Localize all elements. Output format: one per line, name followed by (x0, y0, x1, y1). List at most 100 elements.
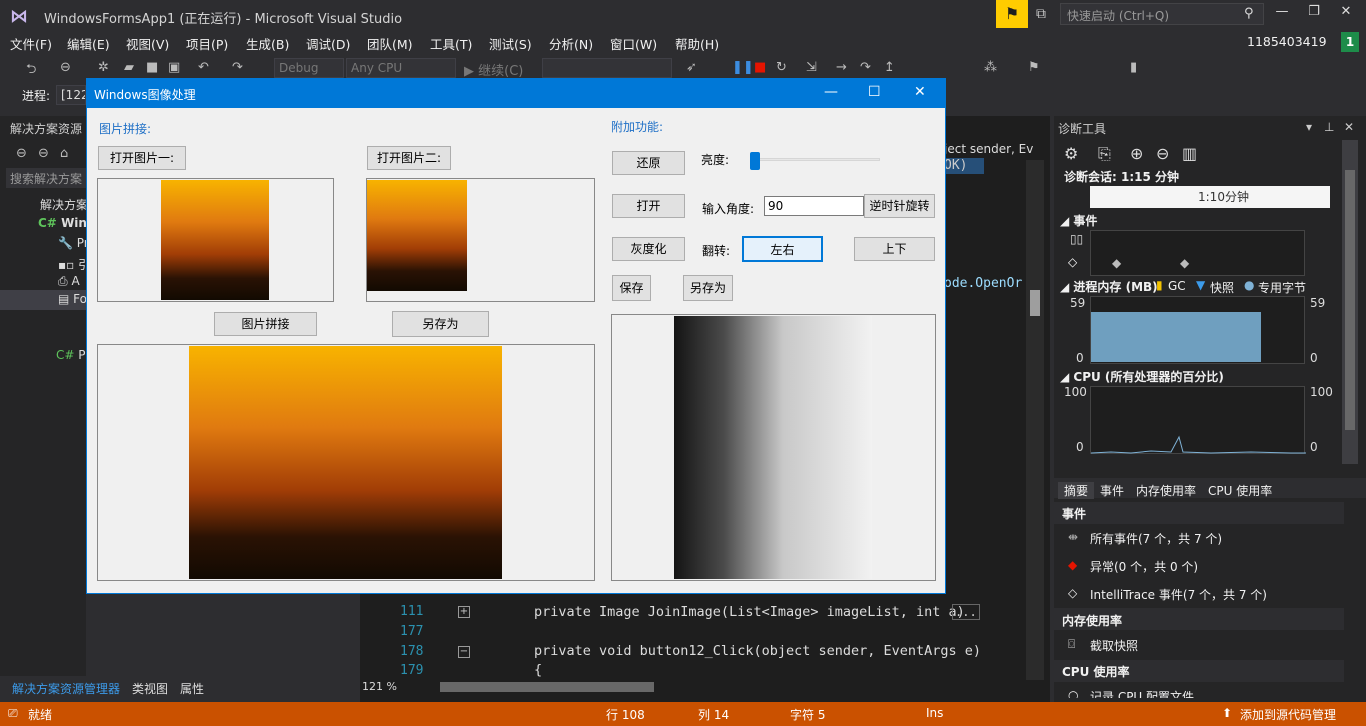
undo-icon[interactable]: ↶ (198, 60, 209, 75)
user-badge[interactable]: 1 (1341, 32, 1359, 52)
menu-build[interactable]: 生成(B) (246, 34, 289, 53)
new-item-icon[interactable]: ✲ (98, 60, 109, 75)
brightness-slider-thumb[interactable] (749, 152, 760, 170)
menu-analyze[interactable]: 分析(N) (549, 34, 593, 53)
tree-item-appconfig[interactable]: ⎙ A (58, 274, 80, 289)
save-all-icon[interactable]: ▣ (168, 60, 180, 75)
open-image-one-button[interactable]: 打开图片一: (98, 146, 186, 170)
search-icon[interactable]: ⚲ (1244, 6, 1254, 21)
maximize-icon[interactable]: ❐ (1300, 4, 1328, 19)
nav-forward-icon[interactable]: ⊖ (38, 146, 49, 161)
pointer-icon[interactable]: ➶ (686, 60, 697, 75)
pin-icon[interactable]: ⊥ (1324, 120, 1334, 134)
tree-item-properties[interactable]: 🔧 Pr (58, 236, 89, 250)
menu-project[interactable]: 项目(P) (186, 34, 228, 53)
menu-edit[interactable]: 编辑(E) (67, 34, 110, 53)
menu-tools[interactable]: 工具(T) (430, 34, 472, 53)
angle-input[interactable]: 90 (764, 196, 864, 216)
rotate-ccw-button[interactable]: 逆时针旋转 (864, 194, 935, 218)
flip-horizontal-button[interactable]: 左右 (742, 236, 823, 262)
feedback-icon[interactable]: ⧉ (1036, 6, 1046, 22)
settings-icon[interactable]: ⚙ (1064, 144, 1078, 163)
notification-flag-icon[interactable]: ⚑ (996, 0, 1028, 28)
code-line-178[interactable]: private void button12_Click(object sende… (534, 643, 981, 659)
member-dropdown[interactable]: ject sender, Ev (944, 140, 1050, 158)
cpu-header[interactable]: ◢ CPU (所有处理器的百分比) (1060, 368, 1224, 385)
take-snapshot-button[interactable]: 截取快照 (1090, 637, 1138, 654)
code-line-111[interactable]: private Image JoinImage(List<Image> imag… (534, 604, 965, 620)
code-line-179[interactable]: { (534, 662, 542, 678)
open-image-two-button[interactable]: 打开图片二: (367, 146, 451, 170)
target-select[interactable] (542, 58, 672, 78)
pause-icon[interactable]: ❚❚ (732, 60, 754, 75)
back-icon[interactable]: ⮌ (26, 60, 36, 82)
configuration-select[interactable]: Debug (274, 58, 344, 78)
save-icon[interactable]: ■ (146, 60, 158, 75)
dropdown-icon[interactable]: ▾ (1306, 120, 1312, 134)
open-folder-icon[interactable]: ▰ (124, 60, 134, 75)
tab-class-view[interactable]: 类视图 (132, 680, 168, 697)
threads-icon[interactable]: ⚑ (1028, 60, 1040, 75)
intellitrace-link[interactable]: IntelliTrace 事件(7 个，共 7 个) (1090, 586, 1267, 603)
process-select[interactable]: [122 (56, 85, 86, 105)
home-icon[interactable]: ⌂ (60, 146, 68, 161)
zoom-level[interactable]: 121 % (362, 680, 397, 693)
form-maximize-icon[interactable]: ☐ (868, 84, 881, 100)
tree-item-form[interactable]: ▤ Fo (58, 292, 87, 306)
tab-solution-explorer[interactable]: 解决方案资源管理器 (12, 680, 120, 697)
tab-memory-usage[interactable]: 内存使用率 (1136, 482, 1196, 499)
redo-icon[interactable]: ↷ (232, 60, 243, 75)
brightness-slider-track[interactable] (752, 158, 880, 161)
quick-launch-input[interactable]: 快速启动 (Ctrl+Q) (1060, 3, 1264, 25)
add-to-source-control[interactable]: 添加到源代码管理 (1240, 706, 1336, 723)
flip-vertical-button[interactable]: 上下 (854, 237, 935, 261)
forward-icon[interactable]: ⊖ (60, 60, 71, 75)
tree-item-solution[interactable]: 解决方案 (40, 196, 88, 213)
vertical-scrollbar[interactable] (1026, 160, 1044, 680)
collapse-icon[interactable]: − (458, 646, 470, 658)
all-events-link[interactable]: 所有事件(7 个，共 7 个) (1090, 530, 1222, 547)
memory-header[interactable]: ◢ 进程内存 (MB) (1060, 278, 1158, 295)
solution-search-input[interactable]: 搜索解决方案 (6, 168, 86, 188)
tab-cpu-usage[interactable]: CPU 使用率 (1208, 482, 1272, 499)
menu-file[interactable]: 文件(F) (10, 34, 52, 53)
exceptions-link[interactable]: 异常(0 个，共 0 个) (1090, 558, 1198, 575)
tab-events[interactable]: 事件 (1100, 482, 1124, 499)
continue-button[interactable]: ▶ 继续(C) (464, 60, 523, 79)
user-account[interactable]: 1185403419 (1247, 34, 1327, 49)
step-over-icon[interactable]: ↷ (860, 60, 871, 75)
menu-window[interactable]: 窗口(W) (610, 34, 657, 53)
zoom-in-icon[interactable]: ⊕ (1130, 144, 1143, 163)
minimize-icon[interactable]: — (1268, 4, 1296, 19)
save-as-stitched-button[interactable]: 另存为 (392, 311, 489, 337)
bookmark-icon[interactable]: ▮ (1130, 60, 1137, 75)
menu-view[interactable]: 视图(V) (126, 34, 169, 53)
step-into-icon[interactable]: → (836, 60, 847, 75)
source-control-icon[interactable]: ⬆ (1222, 706, 1232, 720)
events-header[interactable]: ◢ 事件 (1060, 212, 1097, 229)
show-next-statement-icon[interactable]: ⇲ (806, 60, 817, 75)
stitch-button[interactable]: 图片拼接 (214, 312, 317, 336)
collapsed-region[interactable]: ... (952, 604, 980, 620)
save-button[interactable]: 保存 (612, 275, 651, 301)
menu-team[interactable]: 团队(M) (367, 34, 413, 53)
expand-icon[interactable]: + (458, 606, 470, 618)
horizontal-scrollbar[interactable] (440, 682, 654, 692)
export-icon[interactable]: ⎘ (1098, 144, 1111, 164)
save-as-button[interactable]: 另存为 (683, 275, 733, 301)
platform-select[interactable]: Any CPU (346, 58, 456, 78)
menu-test[interactable]: 测试(S) (489, 34, 532, 53)
form-close-icon[interactable]: ✕ (914, 84, 926, 100)
nav-back-icon[interactable]: ⊖ (16, 146, 27, 161)
chart-icon[interactable]: ▥ (1182, 144, 1197, 163)
step-out-icon[interactable]: ↥ (884, 60, 895, 75)
record-cpu-profile-button[interactable]: 记录 CPU 配置文件 (1090, 688, 1194, 698)
tab-summary[interactable]: 摘要 (1058, 482, 1095, 499)
close-icon[interactable]: ✕ (1332, 4, 1360, 19)
grayscale-button[interactable]: 灰度化 (612, 237, 685, 261)
form-minimize-icon[interactable]: — (824, 84, 838, 100)
restore-button[interactable]: 还原 (612, 151, 685, 175)
scrollbar-thumb[interactable] (1030, 290, 1040, 316)
hex-display-icon[interactable]: ⁂ (984, 60, 997, 75)
diag-scrollbar-thumb[interactable] (1345, 170, 1355, 430)
